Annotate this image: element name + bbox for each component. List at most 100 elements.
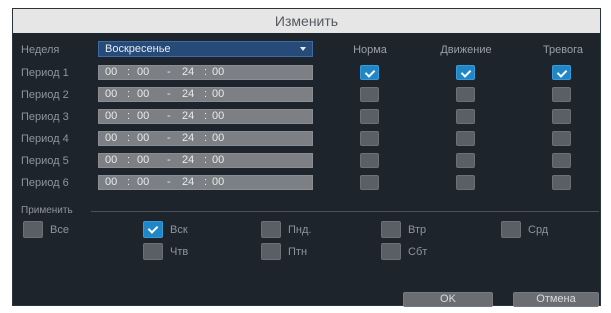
edit-schedule-dialog: Изменить Неделя Воскресенье Норма Движен… — [12, 8, 601, 307]
period-end-hour[interactable]: 24 — [182, 66, 194, 79]
day-label: Пнд. — [288, 224, 312, 236]
day-checkbox[interactable] — [261, 221, 281, 238]
day-label: Срд — [528, 224, 549, 236]
apply-divider — [91, 211, 599, 212]
period-start-minute[interactable]: 00 — [137, 66, 149, 79]
period-motion-checkbox[interactable] — [456, 175, 475, 190]
time-separator: : — [204, 154, 208, 166]
apply-label: Применить — [21, 205, 73, 216]
period-label: Период 5 — [21, 155, 69, 167]
period-end-hour[interactable]: 24 — [182, 154, 194, 167]
column-normal: Норма — [353, 44, 387, 56]
time-separator: - — [167, 154, 171, 166]
period-time-field[interactable]: 00:00-24:00 — [98, 109, 313, 124]
period-normal-checkbox[interactable] — [360, 153, 379, 168]
day-label: Птн — [288, 246, 308, 258]
period-end-minute[interactable]: 00 — [212, 66, 224, 79]
period-normal-checkbox[interactable] — [360, 109, 379, 124]
period-start-hour[interactable]: 00 — [105, 154, 117, 167]
period-alarm-checkbox[interactable] — [552, 175, 571, 190]
period-start-hour[interactable]: 00 — [105, 110, 117, 123]
period-end-minute[interactable]: 00 — [212, 176, 224, 189]
cancel-button[interactable]: Отмена — [513, 292, 599, 307]
period-time-field[interactable]: 00:00-24:00 — [98, 153, 313, 168]
period-end-minute[interactable]: 00 — [212, 88, 224, 101]
time-separator: : — [204, 66, 208, 78]
time-separator: : — [127, 88, 131, 100]
period-end-hour[interactable]: 24 — [182, 88, 194, 101]
period-label: Период 2 — [21, 89, 69, 101]
week-select-value: Воскресенье — [105, 43, 171, 55]
time-separator: : — [127, 132, 131, 144]
time-separator: - — [167, 66, 171, 78]
period-motion-checkbox[interactable] — [456, 65, 475, 80]
period-alarm-checkbox[interactable] — [552, 65, 571, 80]
period-normal-checkbox[interactable] — [360, 175, 379, 190]
period-end-hour[interactable]: 24 — [182, 132, 194, 145]
day-label: Все — [50, 224, 69, 236]
period-start-minute[interactable]: 00 — [137, 132, 149, 145]
period-motion-checkbox[interactable] — [456, 109, 475, 124]
time-separator: : — [127, 110, 131, 122]
period-label: Период 1 — [21, 67, 69, 79]
period-end-minute[interactable]: 00 — [212, 110, 224, 123]
time-separator: - — [167, 88, 171, 100]
time-separator: : — [204, 110, 208, 122]
week-select[interactable]: Воскресенье — [98, 41, 313, 57]
ok-button[interactable]: OK — [403, 292, 493, 307]
period-motion-checkbox[interactable] — [456, 153, 475, 168]
week-label: Неделя — [21, 44, 60, 56]
time-separator: : — [127, 154, 131, 166]
period-motion-checkbox[interactable] — [456, 131, 475, 146]
period-end-hour[interactable]: 24 — [182, 176, 194, 189]
dialog-title: Изменить — [13, 9, 600, 33]
period-time-field[interactable]: 00:00-24:00 — [98, 175, 313, 190]
time-separator: : — [204, 132, 208, 144]
period-end-minute[interactable]: 00 — [212, 154, 224, 167]
day-label: Втр — [408, 224, 427, 236]
day-checkbox[interactable] — [143, 243, 163, 260]
period-end-hour[interactable]: 24 — [182, 110, 194, 123]
period-normal-checkbox[interactable] — [360, 131, 379, 146]
time-separator: - — [167, 110, 171, 122]
time-separator: : — [204, 176, 208, 188]
period-label: Период 4 — [21, 133, 69, 145]
period-normal-checkbox[interactable] — [360, 65, 379, 80]
time-separator: : — [127, 66, 131, 78]
period-label: Период 3 — [21, 111, 69, 123]
day-checkbox[interactable] — [143, 221, 163, 238]
day-checkbox[interactable] — [501, 221, 521, 238]
period-start-hour[interactable]: 00 — [105, 88, 117, 101]
period-alarm-checkbox[interactable] — [552, 153, 571, 168]
day-checkbox[interactable] — [23, 221, 43, 238]
period-time-field[interactable]: 00:00-24:00 — [98, 131, 313, 146]
period-start-hour[interactable]: 00 — [105, 66, 117, 79]
time-separator: - — [167, 176, 171, 188]
period-end-minute[interactable]: 00 — [212, 132, 224, 145]
period-motion-checkbox[interactable] — [456, 87, 475, 102]
time-separator: : — [127, 176, 131, 188]
day-checkbox[interactable] — [261, 243, 281, 260]
day-label: Сбт — [408, 246, 428, 258]
period-start-hour[interactable]: 00 — [105, 132, 117, 145]
period-start-minute[interactable]: 00 — [137, 110, 149, 123]
period-alarm-checkbox[interactable] — [552, 87, 571, 102]
period-start-minute[interactable]: 00 — [137, 154, 149, 167]
chevron-down-icon — [300, 47, 306, 51]
period-label: Период 6 — [21, 177, 69, 189]
period-start-minute[interactable]: 00 — [137, 176, 149, 189]
period-start-minute[interactable]: 00 — [137, 88, 149, 101]
day-label: Чтв — [170, 246, 189, 258]
time-separator: : — [204, 88, 208, 100]
day-checkbox[interactable] — [381, 221, 401, 238]
period-normal-checkbox[interactable] — [360, 87, 379, 102]
column-alarm: Тревога — [542, 44, 584, 56]
day-checkbox[interactable] — [381, 243, 401, 260]
period-alarm-checkbox[interactable] — [552, 109, 571, 124]
period-time-field[interactable]: 00:00-24:00 — [98, 65, 313, 80]
column-motion: Движение — [440, 44, 492, 56]
period-start-hour[interactable]: 00 — [105, 176, 117, 189]
day-label: Вск — [170, 224, 188, 236]
period-time-field[interactable]: 00:00-24:00 — [98, 87, 313, 102]
period-alarm-checkbox[interactable] — [552, 131, 571, 146]
